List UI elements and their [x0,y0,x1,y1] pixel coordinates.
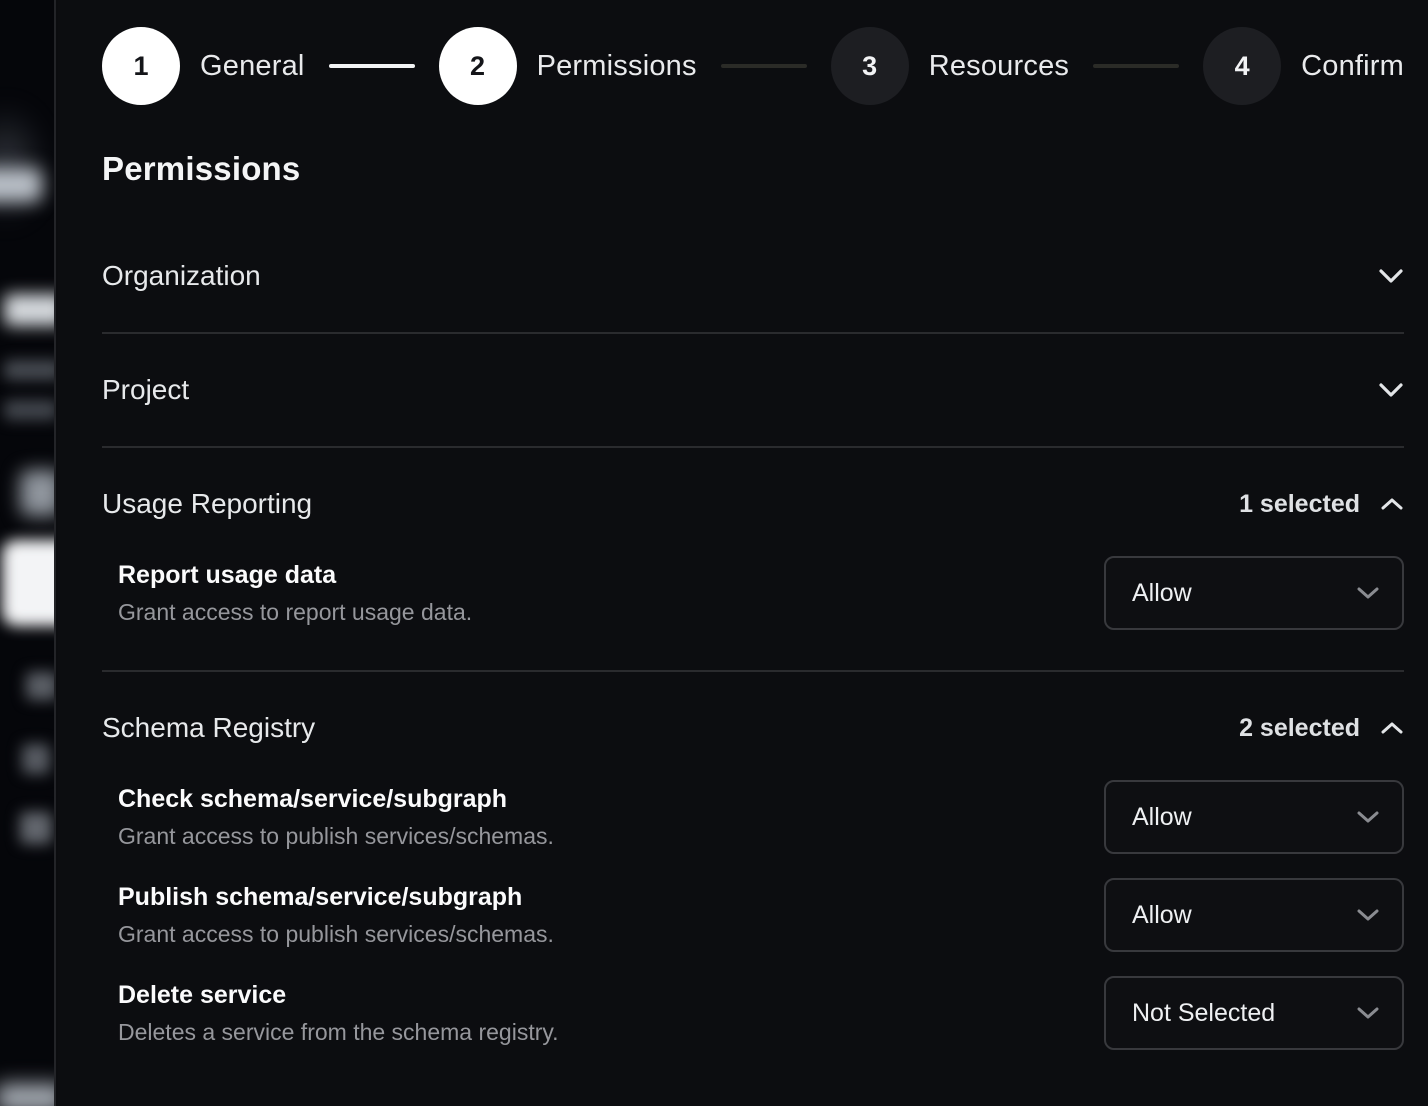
sidebar-blur-text-line [4,400,56,420]
chevron-down-icon [1356,586,1380,600]
step-number-badge: 3 [831,27,909,105]
permission-title: Check schema/service/subgraph [118,785,554,814]
permission-text: Report usage data Grant access to report… [118,561,472,626]
sidebar-blur-text-line [4,360,56,380]
permission-row-delete-service: Delete service Deletes a service from th… [102,976,1404,1050]
section-title: Usage Reporting [102,488,312,520]
delete-service-select[interactable]: Not Selected [1104,976,1404,1050]
select-value: Not Selected [1132,999,1275,1028]
chevron-down-icon [1356,1006,1380,1020]
permission-title: Delete service [118,981,559,1010]
create-token-wizard-panel: 1 General 2 Permissions 3 Resources 4 Co… [58,0,1428,1106]
step-connector [329,64,415,68]
permission-text: Publish schema/service/subgraph Grant ac… [118,883,554,948]
chevron-down-icon[interactable] [1378,268,1404,284]
chevron-up-icon[interactable] [1380,721,1404,735]
chevron-up-icon[interactable] [1380,497,1404,511]
sidebar-blur-badge [0,168,42,202]
step-number-badge: 1 [102,27,180,105]
step-connector [721,64,807,68]
permission-description: Grant access to report usage data. [118,599,472,626]
wizard-stepper: 1 General 2 Permissions 3 Resources 4 Co… [102,26,1404,106]
section-schema-registry: Schema Registry 2 selected Check schema/… [102,672,1404,1090]
step-resources[interactable]: 3 Resources [831,27,1069,105]
step-label: Confirm [1301,50,1404,83]
permission-text: Check schema/service/subgraph Grant acce… [118,785,554,850]
select-value: Allow [1132,803,1192,832]
permission-items: Check schema/service/subgraph Grant acce… [102,780,1404,1050]
selected-count-badge: 1 selected [1239,490,1360,519]
section-header-organization[interactable]: Organization [102,260,1404,292]
permission-description: Grant access to publish services/schemas… [118,921,554,948]
sidebar-blur-logo-card [2,540,56,626]
step-general[interactable]: 1 General [102,27,305,105]
sidebar-blur-nav-item [26,672,56,700]
section-header-project[interactable]: Project [102,374,1404,406]
section-meta: 2 selected [1239,714,1404,743]
permission-description: Deletes a service from the schema regist… [118,1019,559,1046]
page-title: Permissions [102,150,1404,188]
select-value: Allow [1132,579,1192,608]
section-organization: Organization [102,220,1404,334]
chevron-down-icon [1356,908,1380,922]
step-permissions[interactable]: 2 Permissions [439,27,697,105]
sidebar-blur-footer [0,1084,56,1106]
step-label: Resources [929,50,1069,83]
permission-sections: Organization Project Usage Reporting 1 s… [102,220,1404,1090]
section-header-schema-registry[interactable]: Schema Registry 2 selected [102,712,1404,744]
sidebar-blur-nav-item [20,812,52,844]
permission-row-report-usage-data: Report usage data Grant access to report… [102,556,1404,630]
step-label: General [200,50,305,83]
permission-description: Grant access to publish services/schemas… [118,823,554,850]
sidebar-blur-icon [20,470,56,516]
step-label: Permissions [537,50,697,83]
section-title: Organization [102,260,261,292]
chevron-down-icon[interactable] [1378,382,1404,398]
select-value: Allow [1132,901,1192,930]
section-header-usage-reporting[interactable]: Usage Reporting 1 selected [102,488,1404,520]
sidebar-blur-glow [0,104,46,224]
section-project: Project [102,334,1404,448]
check-schema-select[interactable]: Allow [1104,780,1404,854]
step-number-badge: 4 [1203,27,1281,105]
background-sidebar [0,0,56,1106]
permission-title: Publish schema/service/subgraph [118,883,554,912]
report-usage-data-select[interactable]: Allow [1104,556,1404,630]
permission-text: Delete service Deletes a service from th… [118,981,559,1046]
chevron-down-icon [1356,810,1380,824]
selected-count-badge: 2 selected [1239,714,1360,743]
permission-title: Report usage data [118,561,472,590]
section-meta: 1 selected [1239,490,1404,519]
step-number-badge: 2 [439,27,517,105]
section-title: Schema Registry [102,712,315,744]
section-title: Project [102,374,189,406]
section-usage-reporting: Usage Reporting 1 selected Report usage … [102,448,1404,672]
publish-schema-select[interactable]: Allow [1104,878,1404,952]
sidebar-blur-nav-item [22,744,50,774]
sidebar-blur-title [4,294,56,326]
permission-items: Report usage data Grant access to report… [102,556,1404,630]
permission-row-publish-schema: Publish schema/service/subgraph Grant ac… [102,878,1404,952]
permission-row-check-schema: Check schema/service/subgraph Grant acce… [102,780,1404,854]
step-connector [1093,64,1179,68]
step-confirm[interactable]: 4 Confirm [1203,27,1404,105]
